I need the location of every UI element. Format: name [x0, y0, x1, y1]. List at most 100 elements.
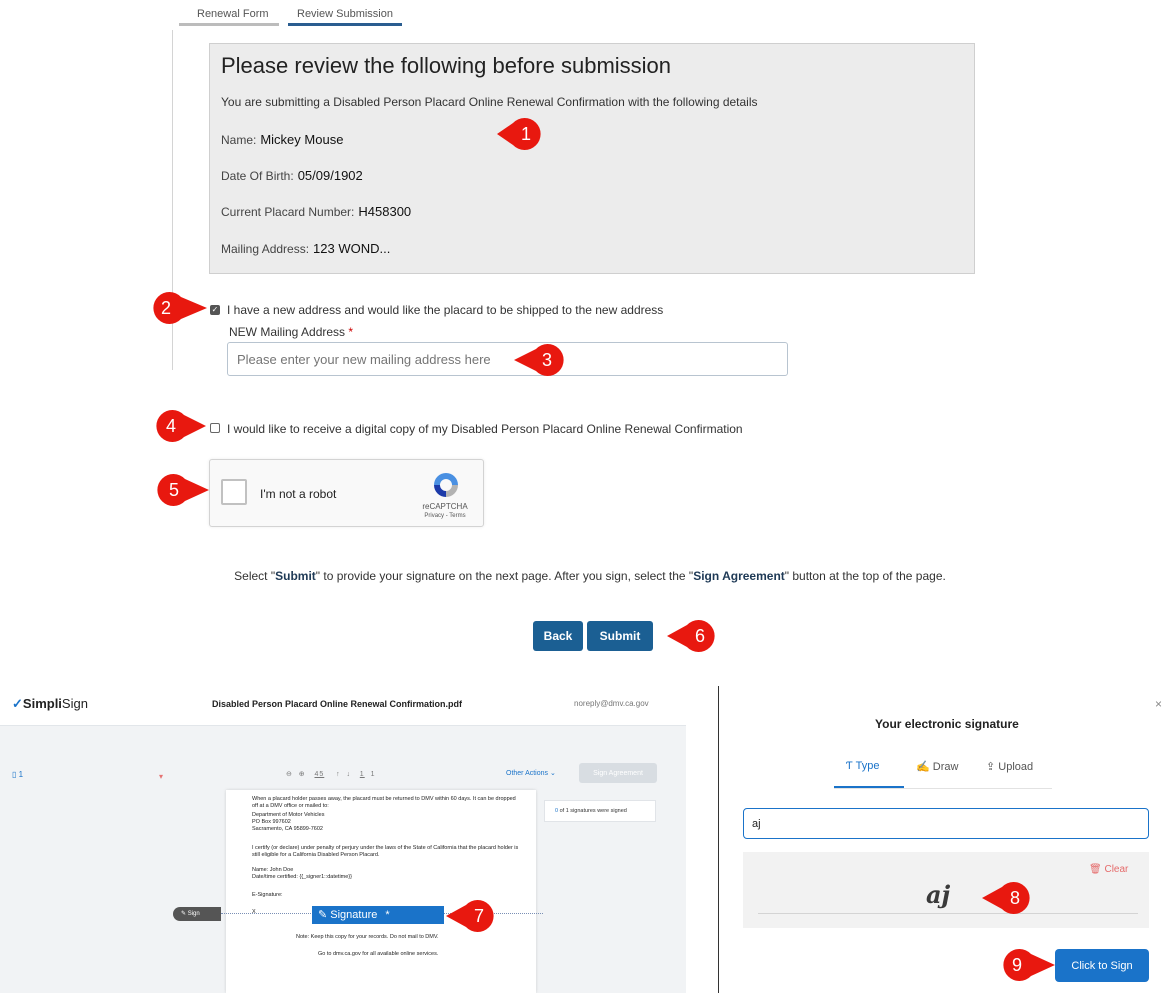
callout-5: 5	[155, 473, 209, 507]
recaptcha-checkbox[interactable]	[221, 479, 247, 505]
active-tab-indicator	[834, 786, 904, 788]
signature-dialog-title: Your electronic signature	[875, 717, 1019, 731]
callout-1: 1	[497, 117, 543, 151]
doc-line-1: When a placard holder passes away, the p…	[252, 796, 516, 809]
clear-button[interactable]: 🗑 Clear	[1089, 864, 1128, 875]
document-page: When a placard holder passes away, the p…	[226, 790, 536, 993]
callout-3: 3	[514, 343, 564, 377]
tab-upload[interactable]: ⇪ Upload	[986, 760, 1033, 773]
callout-5-number: 5	[168, 480, 179, 500]
callout-7: 7	[446, 899, 498, 933]
tab-review-submission[interactable]: Review Submission	[288, 8, 402, 26]
callout-2-number: 2	[160, 298, 171, 318]
check-icon: ✓	[12, 696, 23, 711]
name-label: Name:	[221, 133, 257, 147]
address-field: Mailing Address: 123 WOND...	[221, 241, 390, 256]
prev-page-icon[interactable]: ↑	[336, 771, 341, 778]
placard-field: Current Placard Number: H458300	[221, 204, 411, 219]
page-count-indicator[interactable]: ▯ 1	[12, 770, 23, 779]
new-address-label-text: NEW Mailing Address	[229, 325, 346, 339]
sign-agreement-button[interactable]: Sign Agreement	[579, 763, 657, 783]
recaptcha-label: I'm not a robot	[260, 487, 337, 501]
signature-count: 0	[555, 808, 559, 814]
zoom-level[interactable]: 45	[314, 771, 324, 778]
new-address-input[interactable]	[227, 342, 788, 376]
dob-label: Date Of Birth:	[221, 169, 294, 183]
callout-8: 8	[982, 881, 1034, 915]
digital-copy-checkbox-label: I would like to receive a digital copy o…	[227, 422, 743, 436]
name-value: Mickey Mouse	[260, 132, 344, 147]
callout-4-number: 4	[165, 416, 176, 436]
name-field: Name: Mickey Mouse	[221, 132, 343, 147]
sender-email: noreply@dmv.ca.gov	[574, 699, 649, 708]
signature-preview-text: aj	[926, 880, 951, 909]
new-address-checkbox[interactable]: ✓	[210, 305, 220, 315]
click-to-sign-button[interactable]: Click to Sign	[1055, 949, 1149, 982]
zoom-in-icon[interactable]: ⊕	[299, 771, 306, 778]
doc-line-3: PO Box 997602	[252, 819, 291, 825]
tab-draw[interactable]: ✍ Draw	[916, 760, 958, 773]
signature-baseline	[758, 913, 1138, 914]
flag-icon: ▾	[159, 772, 164, 781]
recaptcha-links[interactable]: Privacy - Terms	[420, 513, 470, 519]
doc-line-5: I certify (or declare) under penalty of …	[252, 845, 519, 858]
zoom-out-icon[interactable]: ⊖	[286, 771, 293, 778]
page-total: 1	[370, 771, 376, 778]
placard-value: H458300	[358, 204, 412, 219]
signature-text-input[interactable]	[743, 808, 1149, 839]
new-address-field-label: NEW Mailing Address *	[229, 325, 353, 339]
page-current[interactable]: 1	[360, 771, 365, 778]
panel-divider	[718, 686, 719, 993]
signature-status: 0 of 1 signatures were signed	[544, 800, 656, 822]
instructions-bold-sign-agreement: Sign Agreement	[693, 569, 785, 583]
chevron-down-icon: ⌄	[549, 770, 556, 777]
doc-line-7: Date/time certified: {{_signer1::datetim…	[252, 874, 352, 880]
upload-icon: ⇪	[986, 761, 996, 773]
submit-button[interactable]: Submit	[587, 621, 653, 651]
review-subtitle: You are submitting a Disabled Person Pla…	[221, 95, 758, 109]
callout-2: 2	[147, 291, 207, 325]
address-value: 123 WOND...	[313, 241, 391, 256]
back-button[interactable]: Back	[533, 621, 583, 651]
next-page-icon[interactable]: ↓	[346, 771, 351, 778]
callout-6-number: 6	[694, 626, 705, 646]
page-icon: ▯	[12, 770, 17, 779]
review-title: Please review the following before submi…	[221, 53, 672, 78]
doc-line-4: Sacramento, CA 95899-7602	[252, 826, 323, 832]
doc-line-11: Go to dmv.ca.gov for all available onlin…	[318, 951, 439, 957]
instructions-text-2: " to provide your signature on the next …	[315, 569, 694, 583]
doc-line-10: Note: Keep this copy for your records. D…	[296, 934, 439, 940]
callout-3-number: 3	[541, 350, 552, 370]
recaptcha-logo-icon	[434, 473, 458, 497]
placard-label: Current Placard Number:	[221, 205, 355, 219]
tab-divider	[834, 788, 1052, 789]
doc-line-8: E-Signature:	[252, 892, 283, 898]
callout-7-number: 7	[473, 906, 484, 926]
digital-copy-checkbox[interactable]	[210, 423, 220, 433]
instructions-bold-submit: Submit	[275, 569, 316, 583]
callout-1-number: 1	[520, 124, 531, 144]
sign-tag[interactable]: ✎ Sign	[173, 907, 221, 921]
required-asterisk: *	[348, 325, 354, 339]
doc-line-6: Name: John Doe	[252, 867, 294, 873]
address-label: Mailing Address:	[221, 242, 310, 256]
other-actions-menu[interactable]: Other Actions ⌄	[506, 769, 556, 777]
pen-icon: ✎	[181, 911, 187, 917]
submit-instructions: Select "Submit" to provide your signatur…	[200, 568, 980, 584]
callout-8-number: 8	[1009, 888, 1020, 908]
signature-field[interactable]: ✎ Signature *	[312, 906, 444, 924]
new-address-checkbox-label: I have a new address and would like the …	[227, 303, 664, 317]
instructions-text-3: " button at the top of the page.	[784, 569, 946, 583]
tab-type[interactable]: Ƭ Type	[846, 760, 879, 772]
tab-renewal-form[interactable]: Renewal Form	[179, 8, 279, 26]
viewer-toolbar: ⊖ ⊕ 45 ↑ ↓ 1 1	[286, 770, 376, 778]
type-icon: Ƭ	[846, 760, 853, 772]
simplisign-header: ✓SimpliSign Disabled Person Placard Onli…	[0, 686, 686, 726]
dob-value: 05/09/1902	[297, 168, 363, 183]
callout-4: 4	[154, 409, 206, 443]
draw-icon: ✍	[916, 761, 930, 773]
doc-line-2: Department of Motor Vehicles	[252, 812, 325, 818]
simplisign-logo: ✓SimpliSign	[12, 696, 88, 711]
signature-status-text: of 1 signatures were signed	[559, 808, 627, 814]
close-icon[interactable]: ×	[1155, 697, 1162, 711]
